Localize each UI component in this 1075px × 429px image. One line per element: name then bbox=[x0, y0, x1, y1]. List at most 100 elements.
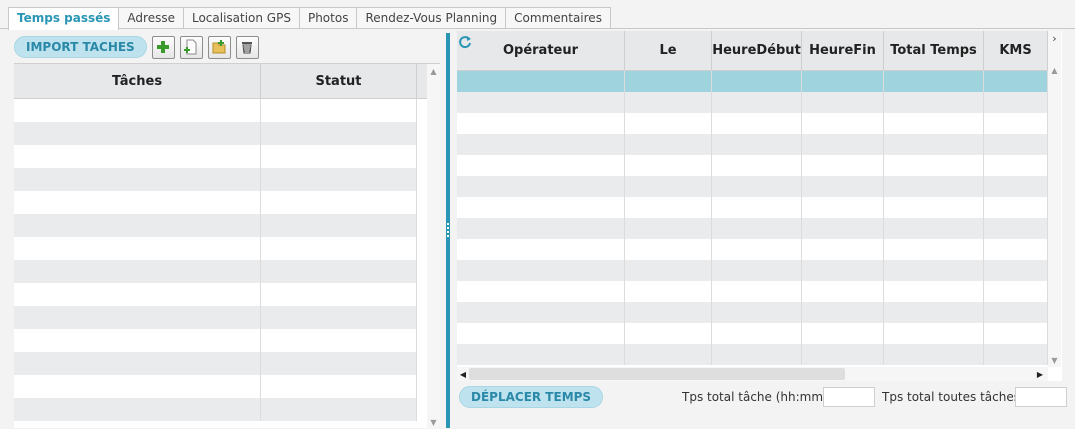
table-row[interactable] bbox=[14, 375, 417, 398]
scroll-down-icon[interactable]: ▼ bbox=[427, 415, 440, 429]
move-time-button[interactable]: DÉPLACER TEMPS bbox=[459, 386, 604, 408]
table-cell bbox=[14, 306, 261, 329]
table-cell bbox=[802, 344, 884, 365]
table-cell bbox=[884, 197, 984, 218]
table-cell bbox=[984, 197, 1048, 218]
table-cell bbox=[802, 281, 884, 302]
tab-photos[interactable]: Photos bbox=[298, 7, 358, 29]
table-row[interactable] bbox=[457, 218, 1048, 239]
table-row[interactable] bbox=[457, 71, 1048, 92]
time-entries-grid-header: Opérateur Le HeureDébut HeureFin Total Temps… bbox=[457, 31, 1048, 71]
add-task-button[interactable] bbox=[151, 35, 175, 59]
scroll-down-icon[interactable]: ▼ bbox=[1048, 353, 1061, 367]
table-row[interactable] bbox=[457, 134, 1048, 155]
scroll-left-icon[interactable]: ◀ bbox=[457, 367, 469, 381]
table-cell bbox=[261, 145, 417, 168]
table-row[interactable] bbox=[14, 329, 417, 352]
column-header[interactable]: HeureFin bbox=[802, 31, 884, 70]
column-header[interactable]: Tâches bbox=[14, 64, 261, 98]
tasks-grid-scrollbar[interactable]: ▲ ▼ bbox=[427, 64, 440, 429]
table-cell bbox=[884, 302, 984, 323]
table-cell bbox=[884, 218, 984, 239]
table-cell bbox=[457, 281, 625, 302]
hscroll-thumb[interactable] bbox=[469, 368, 845, 380]
table-cell bbox=[984, 239, 1048, 260]
table-row[interactable] bbox=[457, 344, 1048, 365]
splitter-grip-icon[interactable] bbox=[447, 223, 449, 237]
scroll-right-icon[interactable]: ▶ bbox=[1034, 367, 1046, 381]
table-row[interactable] bbox=[14, 306, 417, 329]
add-document-button[interactable] bbox=[179, 35, 203, 59]
table-row[interactable] bbox=[14, 237, 417, 260]
table-cell bbox=[14, 237, 261, 260]
table-row[interactable] bbox=[457, 113, 1048, 134]
table-row[interactable] bbox=[14, 168, 417, 191]
column-header[interactable]: Le bbox=[625, 31, 712, 70]
tab-commentaires[interactable]: Commentaires bbox=[505, 7, 611, 29]
table-row[interactable] bbox=[14, 191, 417, 214]
total-task-time-field[interactable] bbox=[823, 387, 875, 407]
column-header[interactable]: Statut bbox=[261, 64, 417, 98]
total-all-tasks-time-field[interactable] bbox=[1015, 387, 1067, 407]
table-row[interactable] bbox=[14, 145, 417, 168]
delete-button[interactable] bbox=[235, 35, 259, 59]
scroll-up-icon[interactable]: ▲ bbox=[1048, 63, 1061, 77]
column-header[interactable]: KMS bbox=[984, 31, 1048, 70]
table-row[interactable] bbox=[457, 197, 1048, 218]
table-row[interactable] bbox=[14, 99, 417, 122]
table-cell bbox=[457, 239, 625, 260]
time-entries-scrollbar[interactable]: › ▲ ▼ bbox=[1048, 31, 1061, 367]
table-row[interactable] bbox=[14, 260, 417, 283]
column-header[interactable]: HeureDébut bbox=[712, 31, 802, 70]
table-cell bbox=[14, 168, 261, 191]
add-document-icon bbox=[184, 39, 197, 55]
table-cell bbox=[261, 122, 417, 145]
table-cell bbox=[712, 281, 802, 302]
column-header[interactable]: Opérateur bbox=[457, 31, 625, 70]
table-cell bbox=[884, 176, 984, 197]
time-entries-hscrollbar[interactable]: ◀ ▶ bbox=[457, 367, 1048, 381]
time-entries-grid: Opérateur Le HeureDébut HeureFin Total Temps… bbox=[457, 31, 1062, 381]
table-row[interactable] bbox=[457, 260, 1048, 281]
table-cell bbox=[802, 260, 884, 281]
table-row[interactable] bbox=[457, 155, 1048, 176]
table-row[interactable] bbox=[14, 122, 417, 145]
refresh-icon[interactable] bbox=[457, 34, 473, 50]
table-cell bbox=[457, 113, 625, 134]
table-cell bbox=[802, 176, 884, 197]
add-icon bbox=[157, 41, 170, 53]
table-row[interactable] bbox=[457, 323, 1048, 344]
table-cell bbox=[14, 260, 261, 283]
tab-rendez-vous-planning[interactable]: Rendez-Vous Planning bbox=[356, 7, 507, 29]
table-row[interactable] bbox=[457, 302, 1048, 323]
tab-temps-pass-s[interactable]: Temps passés bbox=[8, 7, 120, 30]
table-cell bbox=[261, 329, 417, 352]
table-cell bbox=[625, 134, 712, 155]
table-row[interactable] bbox=[14, 398, 417, 421]
table-cell bbox=[14, 352, 261, 375]
scroll-right-header-icon[interactable]: › bbox=[1048, 31, 1061, 45]
table-cell bbox=[14, 214, 261, 237]
table-row[interactable] bbox=[457, 239, 1048, 260]
scroll-up-icon[interactable]: ▲ bbox=[427, 64, 440, 78]
tab-bar: Temps passés Adresse Localisation GPS Photo… bbox=[8, 7, 611, 30]
table-row[interactable] bbox=[457, 176, 1048, 197]
import-tasks-button[interactable]: IMPORT TACHES bbox=[14, 36, 147, 58]
table-row[interactable] bbox=[14, 283, 417, 306]
column-header[interactable]: Total Temps bbox=[884, 31, 984, 70]
table-row[interactable] bbox=[14, 214, 417, 237]
table-cell bbox=[802, 92, 884, 113]
table-row[interactable] bbox=[457, 281, 1048, 302]
table-row[interactable] bbox=[14, 352, 417, 375]
table-cell bbox=[457, 197, 625, 218]
tab-localisation-gps[interactable]: Localisation GPS bbox=[182, 7, 300, 29]
tab-adresse[interactable]: Adresse bbox=[118, 7, 184, 29]
table-cell bbox=[625, 344, 712, 365]
table-cell bbox=[457, 302, 625, 323]
table-row[interactable] bbox=[457, 92, 1048, 113]
table-cell bbox=[712, 302, 802, 323]
add-folder-button[interactable] bbox=[207, 35, 231, 59]
table-cell bbox=[625, 323, 712, 344]
add-folder-icon bbox=[212, 40, 226, 54]
tasks-grid-body bbox=[14, 99, 417, 421]
